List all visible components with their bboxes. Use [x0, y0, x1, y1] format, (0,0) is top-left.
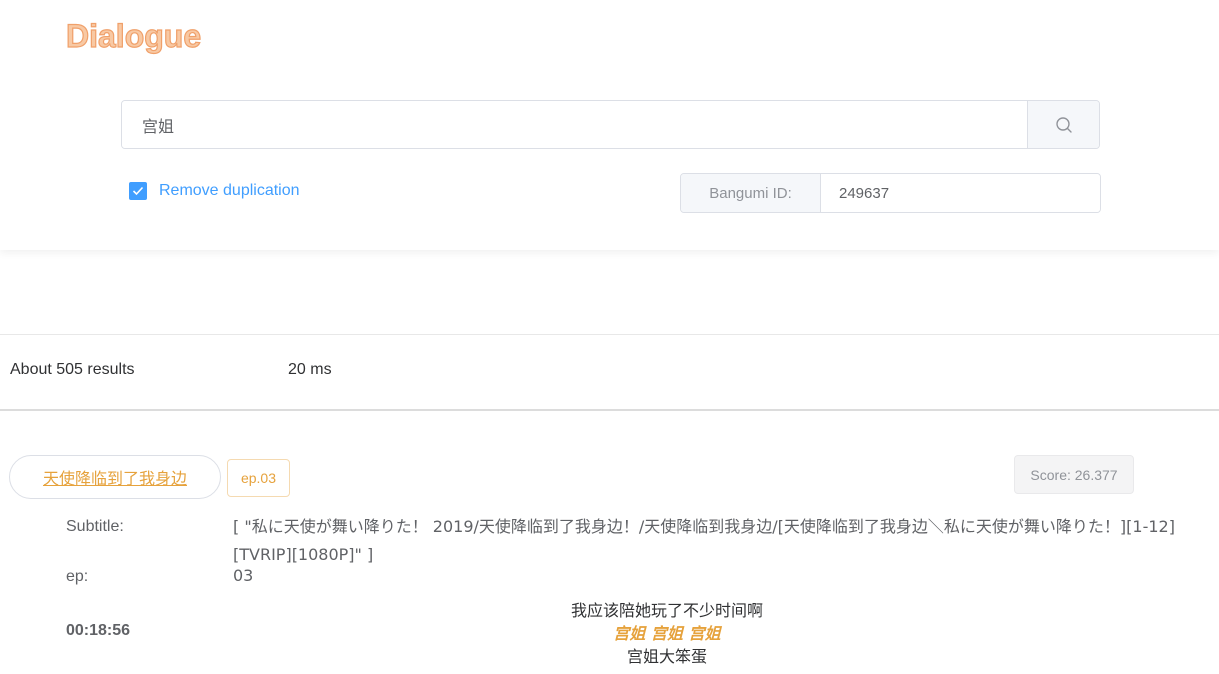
bangumi-id-group: Bangumi ID: [680, 173, 1101, 213]
search-icon [1055, 116, 1072, 133]
subtitle-label: Subtitle: [66, 518, 124, 535]
timestamp: 00:18:56 [66, 622, 131, 639]
episode-tag: ep.03 [227, 459, 290, 497]
results-count: About 505 results [10, 361, 135, 378]
dialogue-next-line: 宫姐大笨蛋 [626, 647, 707, 666]
dialogue-match-line: 宫姐 宫姐 宫姐 [613, 624, 721, 643]
app-logo[interactable]: Dialogue [65, 17, 201, 55]
ep-value: 03 [233, 566, 254, 585]
remove-duplication-label[interactable]: Remove duplication [159, 182, 300, 200]
query-time: 20 ms [288, 361, 332, 378]
dialogue-prev-line: 我应该陪她玩了不少时间啊 [570, 601, 763, 620]
header: Dialogue Remove duplication Bangumi ID: [0, 0, 1219, 250]
check-icon [132, 186, 144, 196]
results-stats: About 505 results 20 ms [0, 334, 1219, 411]
subtitle-value: [ "私に天使が舞い降りた！ 2019/天使降临到了我身边！/天使降临到我身边/… [233, 517, 1175, 564]
remove-duplication-option[interactable]: Remove duplication [129, 182, 300, 200]
ep-label: ep: [66, 568, 89, 585]
search-bar [121, 100, 1100, 149]
search-input[interactable] [122, 101, 1027, 148]
bangumi-id-input[interactable] [821, 174, 1100, 212]
score-badge: Score: 26.377 [1014, 455, 1134, 494]
search-button[interactable] [1027, 101, 1099, 148]
bangumi-id-label: Bangumi ID: [681, 174, 821, 212]
result-title-link[interactable]: 天使降临到了我身边 [9, 455, 221, 499]
remove-duplication-checkbox[interactable] [129, 182, 147, 200]
